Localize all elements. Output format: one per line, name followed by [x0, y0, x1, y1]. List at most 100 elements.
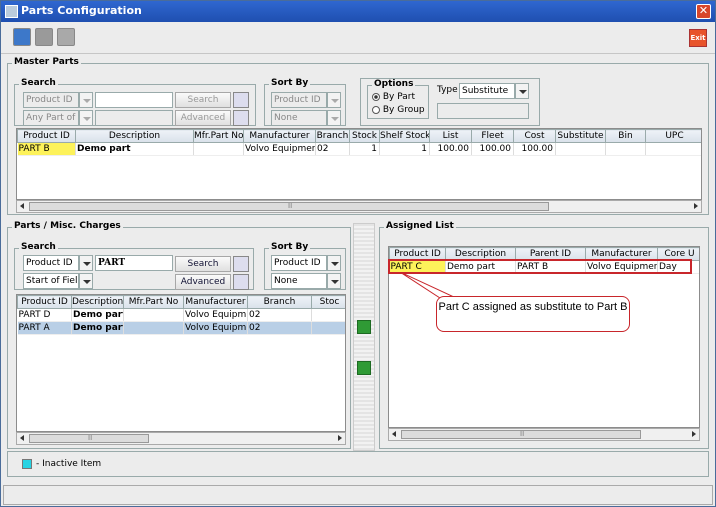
save-icon[interactable] — [13, 28, 31, 46]
exit-button[interactable]: Exit — [689, 29, 707, 47]
parts-search-mode-select[interactable]: Start of Field — [23, 273, 79, 289]
parts-search-input[interactable]: PART — [95, 255, 173, 271]
column-header[interactable]: Shelf Stock — [379, 129, 430, 143]
table-cell: 02 — [247, 321, 312, 335]
move-right-arrow-icon[interactable] — [357, 361, 371, 375]
options-group: Options By Part By Group Type Substitute — [360, 78, 540, 126]
chevron-down-icon[interactable] — [79, 110, 93, 126]
close-button[interactable]: ✕ — [696, 4, 711, 19]
column-header[interactable]: Bin — [605, 129, 646, 143]
column-header[interactable]: Stoc — [311, 295, 345, 309]
column-header[interactable]: List — [429, 129, 472, 143]
chevron-down-icon[interactable] — [79, 255, 93, 271]
column-header[interactable]: Manufacturer — [243, 129, 316, 143]
type-select[interactable]: Substitute — [459, 83, 515, 99]
by-part-radio[interactable]: By Part — [372, 92, 415, 102]
master-sort-secondary[interactable]: None — [271, 110, 327, 126]
parts-horizontal-scrollbar[interactable]: II — [16, 432, 346, 445]
advanced-search-icon[interactable] — [233, 274, 249, 290]
by-part-label: By Part — [382, 92, 416, 102]
scroll-thumb[interactable]: II — [29, 202, 549, 211]
column-header[interactable]: Mfr.Part No — [123, 295, 184, 309]
scroll-left-icon[interactable] — [17, 433, 28, 444]
search-icon[interactable] — [233, 256, 249, 272]
chevron-down-icon[interactable] — [515, 83, 529, 99]
chevron-down-icon[interactable] — [327, 273, 341, 289]
legend-panel: - Inactive Item — [7, 451, 709, 477]
table-row[interactable]: PART DDemo part Volvo Equipm...02 — [17, 308, 345, 322]
scroll-thumb[interactable]: II — [401, 430, 641, 439]
column-header[interactable]: Fleet — [471, 129, 514, 143]
scroll-right-icon[interactable] — [690, 201, 701, 212]
master-search-button[interactable]: Search — [175, 92, 231, 108]
table-cell — [605, 142, 646, 156]
scroll-left-icon[interactable] — [17, 201, 28, 212]
search-icon[interactable] — [233, 92, 249, 108]
master-parts-grid: Product ID Description Mfr.Part No Manufact… — [16, 128, 702, 200]
table-cell — [645, 142, 701, 156]
master-search-mode-select[interactable]: Any Part of ... — [23, 110, 79, 126]
scroll-left-icon[interactable] — [389, 429, 400, 440]
master-search-title: Search — [19, 78, 58, 88]
chevron-down-icon[interactable] — [327, 255, 341, 271]
table-cell: PART D — [17, 308, 72, 322]
table-row[interactable]: PART ADemo part Volvo Equipm...02 — [17, 321, 345, 335]
assigned-horizontal-scrollbar[interactable]: II — [388, 428, 700, 441]
advanced-search-icon[interactable] — [233, 110, 249, 126]
chevron-down-icon[interactable] — [79, 273, 93, 289]
table-row[interactable]: PART B Demo part Volvo Equipment 02 1 1 100.00… — [17, 142, 701, 156]
column-header[interactable]: Substitute — [555, 129, 606, 143]
chevron-down-icon[interactable] — [327, 92, 341, 108]
parts-configuration-window: Parts Configuration ✕ Exit Master Parts … — [0, 0, 716, 507]
type-label: Type — [437, 85, 458, 95]
column-header[interactable]: Branch — [315, 129, 350, 143]
assigned-list-title: Assigned List — [384, 221, 456, 231]
column-header[interactable]: Manufacturer — [183, 295, 248, 309]
parts-search-button[interactable]: Search — [175, 256, 231, 272]
column-header[interactable]: UPC — [645, 129, 701, 143]
chevron-down-icon[interactable] — [79, 92, 93, 108]
master-search-input-2[interactable] — [95, 110, 173, 126]
column-header[interactable]: Product ID — [17, 295, 72, 309]
table-cell: PART A — [17, 321, 72, 335]
column-header[interactable]: Mfr.Part No — [193, 129, 244, 143]
parts-search-field-select[interactable]: Product ID — [23, 255, 79, 271]
master-search-field-select[interactable]: Product ID — [23, 92, 79, 108]
link-icon[interactable] — [35, 28, 53, 46]
copy-icon[interactable] — [57, 28, 75, 46]
column-header[interactable]: Description — [75, 129, 194, 143]
master-advanced-button[interactable]: Advanced — [175, 110, 231, 126]
assigned-list-panel: Assigned List Product ID Description Paren… — [379, 221, 709, 449]
table-cell — [193, 142, 244, 156]
parts-misc-panel: Parts / Misc. Charges Search Product ID … — [7, 221, 351, 449]
parts-sort-primary[interactable]: Product ID — [271, 255, 327, 271]
master-horizontal-scrollbar[interactable]: II — [16, 200, 702, 213]
table-cell: Demo part — [71, 321, 124, 335]
scroll-thumb[interactable]: II — [29, 434, 149, 443]
type-search-input[interactable] — [437, 103, 529, 119]
column-header[interactable]: Cost — [513, 129, 556, 143]
parts-sort-secondary[interactable]: None — [271, 273, 327, 289]
column-header[interactable]: Branch — [247, 295, 312, 309]
parts-grid: Product ID Description Mfr.Part No Manufact… — [16, 294, 346, 432]
parts-advanced-button[interactable]: Advanced — [175, 274, 231, 290]
column-header[interactable]: Description — [71, 295, 124, 309]
inactive-color-swatch — [22, 459, 32, 469]
master-search-group: Search Product ID Search Any Part of ...… — [14, 78, 256, 126]
by-group-radio[interactable]: By Group — [372, 105, 425, 115]
scroll-right-icon[interactable] — [334, 433, 345, 444]
status-bar — [3, 485, 713, 505]
column-header[interactable]: Product ID — [17, 129, 76, 143]
master-sortby-group: Sort By Product ID None — [264, 78, 346, 126]
chevron-down-icon[interactable] — [327, 110, 341, 126]
column-header[interactable]: Stock — [349, 129, 380, 143]
by-group-label: By Group — [382, 105, 425, 115]
scroll-grip: II — [288, 202, 293, 210]
master-search-input[interactable] — [95, 92, 173, 108]
table-cell — [311, 321, 345, 335]
annotation-callout: Part C assigned as substitute to Part B — [436, 296, 630, 332]
scroll-right-icon[interactable] — [688, 429, 699, 440]
master-sort-primary[interactable]: Product ID — [271, 92, 327, 108]
move-left-arrow-icon[interactable] — [357, 320, 371, 334]
table-cell: Demo part — [75, 142, 194, 156]
